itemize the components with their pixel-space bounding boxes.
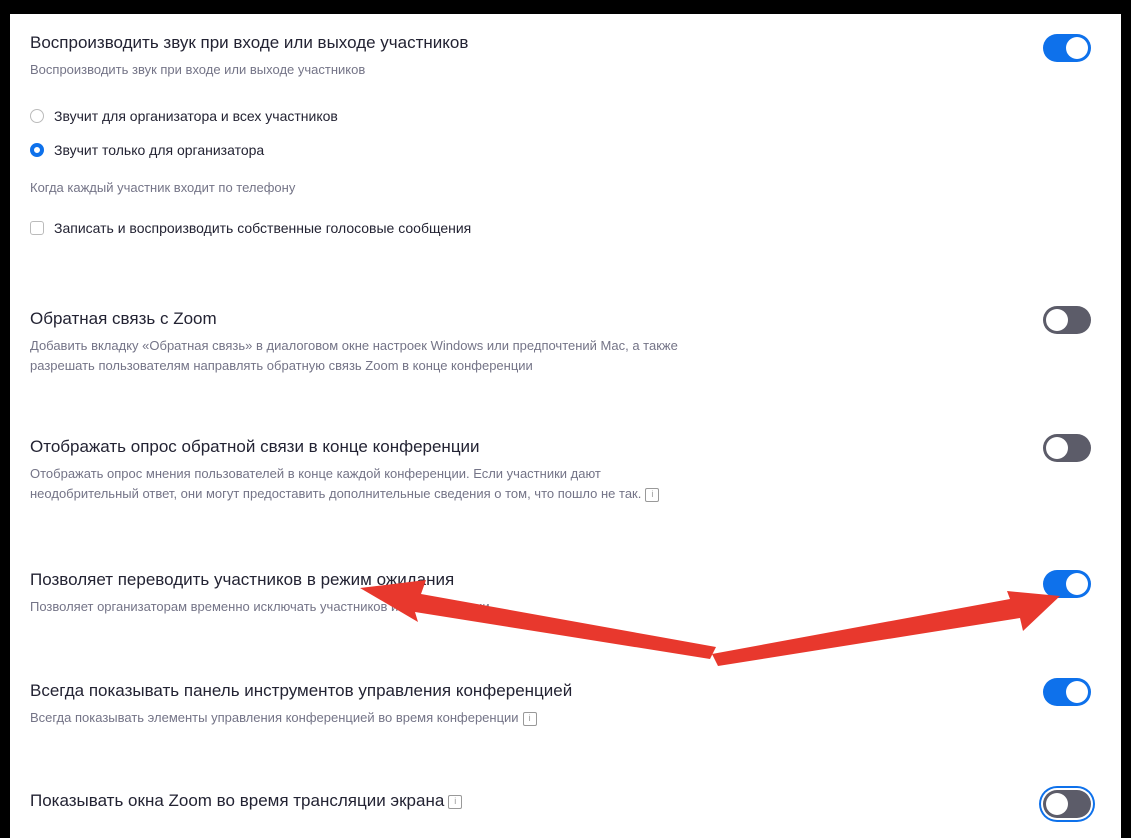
checkbox-label: Записать и воспроизводить собственные го… <box>54 220 472 236</box>
setting-feedback-survey: Отображать опрос обратной связи в конце … <box>30 436 1090 504</box>
setting-title: Отображать опрос обратной связи в конце … <box>30 437 480 456</box>
setting-title: Воспроизводить звук при входе или выходе… <box>30 33 469 52</box>
radio-selected-icon[interactable] <box>30 143 44 157</box>
radio-label: Звучит только для организатора <box>54 142 265 158</box>
description-line: Отображать опрос мнения пользователей в … <box>30 466 601 481</box>
setting-title: Показывать окна Zoom во время трансляции… <box>30 791 445 810</box>
setting-description: Воспроизводить звук при входе или выходе… <box>30 62 366 77</box>
phone-join-label: Когда каждый участник входит по телефону <box>30 180 296 195</box>
toggle-knob <box>1066 681 1088 703</box>
waiting-room-toggle[interactable] <box>1043 570 1091 598</box>
toggle-knob <box>1046 437 1068 459</box>
sound-toggle[interactable] <box>1043 34 1091 62</box>
setting-title: Всегда показывать панель инструментов уп… <box>30 681 573 700</box>
setting-waiting-room: Позволяет переводить участников в режим … <box>30 569 1090 617</box>
checkbox-icon[interactable] <box>30 221 44 235</box>
radio-icon[interactable] <box>30 109 44 123</box>
toggle-knob <box>1046 793 1068 815</box>
radio-option-host-only[interactable]: Звучит только для организатора <box>30 142 264 158</box>
info-icon[interactable]: i <box>645 487 660 502</box>
setting-zoom-feedback: Обратная связь с Zoom Добавить вкладку «… <box>30 308 1090 376</box>
share-toggle[interactable] <box>1043 790 1091 818</box>
setting-description: Всегда показывать элементы управления ко… <box>30 710 519 725</box>
description-line: неодобрительный ответ, они могут предост… <box>30 486 642 501</box>
setting-join-leave-sound: Воспроизводить звук при входе или выходе… <box>30 32 1090 80</box>
toolbar-toggle[interactable] <box>1043 678 1091 706</box>
setting-always-show-toolbar: Всегда показывать панель инструментов уп… <box>30 680 1090 728</box>
record-voice-option[interactable]: Записать и воспроизводить собственные го… <box>30 220 471 236</box>
description-line-with-info: неодобрительный ответ, они могут предост… <box>30 484 1090 504</box>
setting-description: Отображать опрос мнения пользователей в … <box>30 464 1090 504</box>
toggle-knob <box>1066 573 1088 595</box>
setting-show-zoom-windows: Показывать окна Zoom во время трансляции… <box>30 790 1090 812</box>
info-icon[interactable]: i <box>448 794 463 809</box>
setting-title: Позволяет переводить участников в режим … <box>30 570 455 589</box>
description-line: разрешать пользователям направлять обрат… <box>30 358 533 373</box>
setting-description: Добавить вкладку «Обратная связь» в диал… <box>30 336 1090 376</box>
setting-description-wrap: Всегда показывать элементы управления ко… <box>30 708 1090 728</box>
survey-toggle[interactable] <box>1043 434 1091 462</box>
settings-panel: Воспроизводить звук при входе или выходе… <box>10 14 1121 838</box>
info-icon[interactable]: i <box>522 711 537 726</box>
toggle-knob <box>1046 309 1068 331</box>
description-line: Добавить вкладку «Обратная связь» в диал… <box>30 338 678 353</box>
radio-label: Звучит для организатора и всех участнико… <box>54 108 338 124</box>
setting-title-wrap: Показывать окна Zoom во время трансляции… <box>30 790 1090 812</box>
feedback-toggle[interactable] <box>1043 306 1091 334</box>
radio-option-all[interactable]: Звучит для организатора и всех участнико… <box>30 108 338 124</box>
setting-title: Обратная связь с Zoom <box>30 309 217 328</box>
setting-description: Позволяет организаторам временно исключа… <box>30 599 494 614</box>
toggle-knob <box>1066 37 1088 59</box>
